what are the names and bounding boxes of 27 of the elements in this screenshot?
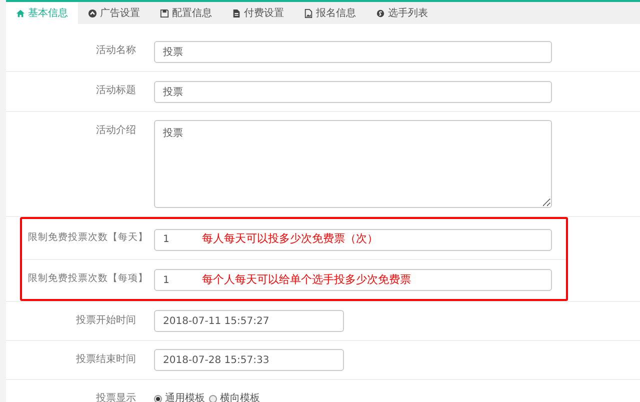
annotation-text: 每人每天可以投多少次免费票（次） — [202, 231, 378, 246]
field-label: 活动名称 — [95, 44, 136, 58]
tab[interactable]: 选手列表 — [366, 2, 438, 24]
field-label: 限制免费投票次数【每项】 — [27, 272, 149, 286]
chat-icon — [376, 8, 385, 18]
circle-arrow-icon — [88, 8, 97, 18]
document-icon — [232, 8, 241, 18]
radio-option[interactable]: 通用模板 — [154, 388, 205, 402]
annotation-text: 每个人每天可以给单个选手投多少次免费票 — [202, 272, 411, 286]
field-label: 活动介绍 — [95, 124, 136, 138]
tab[interactable]: 付费设置 — [222, 2, 294, 24]
radio-icon[interactable] — [209, 395, 217, 402]
home-icon — [16, 8, 25, 18]
tab[interactable]: 报名信息 — [294, 2, 366, 24]
field-label: 投票开始时间 — [75, 314, 136, 328]
field-label: 投票结束时间 — [75, 352, 136, 367]
radio-icon[interactable] — [154, 395, 162, 402]
field-label: 活动标题 — [95, 84, 136, 98]
text-area[interactable]: 投票 — [154, 120, 552, 208]
text-field[interactable]: 投票 — [154, 81, 552, 103]
field-label: 限制免费投票次数【每天】 — [27, 231, 149, 245]
image-file-icon — [304, 8, 313, 18]
tab[interactable]: 配置信息 — [150, 2, 222, 24]
text-field[interactable]: 投票 — [154, 41, 552, 63]
tab[interactable]: 广告设置 — [78, 2, 150, 24]
date-field[interactable]: 2018-07-11 15:57:27 — [154, 310, 344, 332]
date-field[interactable]: 2018-07-28 15:57:33 — [154, 349, 344, 371]
